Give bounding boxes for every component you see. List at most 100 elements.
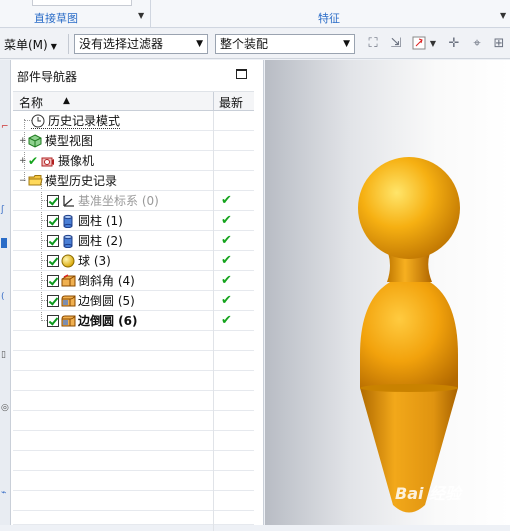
- tree-row-edge-blend-6[interactable]: 边倒圆 (6) ✔: [13, 311, 254, 331]
- chevron-down-icon[interactable]: ▼: [428, 35, 438, 53]
- tree-row-edge-blend-5[interactable]: 边倒圆 (5) ✔: [13, 291, 254, 311]
- roles-icon[interactable]: ◎: [1, 403, 9, 413]
- part-navigator: 部件导航器 名称 ▲ 最新 历史记录模式 + 模型视图 +✔ 摄像机 − 模型历…: [11, 60, 264, 531]
- column-divider: [213, 111, 214, 131]
- point-constructor-icon[interactable]: ⌖: [468, 35, 486, 53]
- lower-body-feature: [360, 282, 458, 388]
- tree-row-cylinder-2[interactable]: 圆柱 (2) ✔: [13, 231, 254, 251]
- tree-item-label: 圆柱 (1): [78, 214, 123, 228]
- menu-button[interactable]: 菜单(M) ▼: [4, 36, 57, 53]
- menu-label: 菜单(M): [4, 38, 48, 52]
- column-header-latest[interactable]: 最新: [219, 94, 243, 111]
- tree-item-label: 模型视图: [45, 134, 94, 148]
- up-to-date-check-icon: ✔: [221, 193, 232, 208]
- expand-icon[interactable]: +: [19, 153, 28, 169]
- visibility-checkbox[interactable]: [47, 195, 59, 207]
- empty-row: [13, 491, 254, 511]
- column-divider: [213, 171, 214, 191]
- ribbon-group-feature[interactable]: 特征: [318, 10, 340, 26]
- reuse-library-icon[interactable]: [1, 238, 7, 248]
- column-header-name[interactable]: 名称: [19, 94, 43, 111]
- navigator-header: 名称 ▲ 最新: [13, 91, 254, 111]
- column-divider: [213, 391, 214, 411]
- sphere-feature: [358, 157, 460, 259]
- model-render: [358, 157, 460, 513]
- cylinder-icon: [61, 214, 76, 229]
- assembly-scope-select[interactable]: 整个装配 ▼: [215, 34, 355, 54]
- grid-snap-icon[interactable]: ⊞: [490, 35, 508, 53]
- list-item: 基准坐标系 (0): [47, 193, 159, 209]
- chevron-down-icon: ▼: [50, 42, 57, 51]
- visibility-checkbox[interactable]: [47, 315, 59, 327]
- tree-row-sphere-3[interactable]: 球 (3) ✔: [13, 251, 254, 271]
- expand-icon[interactable]: +: [19, 133, 28, 149]
- tree-row-datum-csys[interactable]: 基准坐标系 (0) ✔: [13, 191, 254, 211]
- up-to-date-check-icon: ✔: [221, 273, 232, 288]
- datum-csys-icon: [61, 194, 76, 208]
- up-to-date-check-icon: ✔: [221, 293, 232, 308]
- tree-row-cylinder-1[interactable]: 圆柱 (1) ✔: [13, 211, 254, 231]
- tree-row-model-views[interactable]: + 模型视图: [13, 131, 254, 151]
- list-item: + 模型视图: [19, 133, 93, 149]
- toolbar-divider: [68, 34, 69, 54]
- list-item: 球 (3): [47, 253, 111, 269]
- column-divider[interactable]: [213, 92, 214, 111]
- tree-item-label: 边倒圆 (6): [78, 314, 138, 328]
- up-to-date-check-icon: ✔: [221, 213, 232, 228]
- chevron-down-icon: ▼: [343, 39, 350, 49]
- ribbon-input[interactable]: [32, 0, 132, 6]
- snap-point-icon[interactable]: [410, 35, 428, 53]
- visibility-checkbox[interactable]: [47, 235, 59, 247]
- system-scenes-icon[interactable]: ⌁: [1, 488, 9, 498]
- column-divider: [213, 151, 214, 171]
- visibility-checkbox[interactable]: [47, 215, 59, 227]
- chevron-down-icon: ▼: [196, 39, 203, 49]
- column-divider: [213, 211, 214, 231]
- history-icon[interactable]: ʃ: [1, 205, 9, 215]
- select-features-icon[interactable]: ⛶: [364, 35, 382, 53]
- collapse-icon[interactable]: −: [19, 173, 28, 189]
- column-divider: [213, 331, 214, 351]
- navigator-title: 部件导航器: [17, 70, 78, 84]
- ribbon: 直接草图 ▼ 特征 ▼: [0, 0, 510, 28]
- chevron-down-icon[interactable]: ▼: [138, 11, 144, 20]
- selection-arrow-icon[interactable]: ⇲: [387, 35, 405, 53]
- chevron-down-icon[interactable]: ▼: [500, 11, 506, 20]
- tree-item-label: 倒斜角 (4): [78, 274, 135, 288]
- tree-row-cameras[interactable]: +✔ 摄像机: [13, 151, 254, 171]
- palette-icon[interactable]: ▯: [1, 350, 9, 360]
- list-item: 历史记录模式: [31, 113, 121, 129]
- empty-row: [13, 451, 254, 471]
- tree-item-label: 摄像机: [58, 154, 95, 168]
- visibility-checkbox[interactable]: [47, 255, 59, 267]
- web-browser-icon[interactable]: (: [1, 292, 9, 302]
- type-filter-select[interactable]: 没有选择过滤器 ▼: [74, 34, 208, 54]
- list-item: 边倒圆 (6): [47, 313, 138, 329]
- ribbon-group-direct-sketch[interactable]: 直接草图: [34, 10, 78, 26]
- check-icon: ✔: [28, 154, 39, 168]
- column-divider: [213, 451, 214, 471]
- empty-row: [13, 411, 254, 431]
- graphics-window[interactable]: Bai 经验: [265, 60, 510, 525]
- column-divider: [213, 231, 214, 251]
- visibility-checkbox[interactable]: [47, 275, 59, 287]
- empty-row: [13, 331, 254, 351]
- crosshair-icon[interactable]: ✛: [445, 35, 463, 53]
- tree-row-chamfer-4[interactable]: 倒斜角 (4) ✔: [13, 271, 254, 291]
- list-item: 倒斜角 (4): [47, 273, 135, 289]
- folder-icon: [28, 174, 43, 188]
- maximize-icon[interactable]: [236, 69, 247, 79]
- visibility-checkbox[interactable]: [47, 295, 59, 307]
- up-to-date-check-icon: ✔: [221, 253, 232, 268]
- constraint-icon[interactable]: ⌐: [1, 122, 9, 132]
- sort-ascending-icon[interactable]: ▲: [63, 96, 70, 106]
- up-to-date-check-icon: ✔: [221, 313, 232, 328]
- tree-row-model-history[interactable]: − 模型历史记录: [13, 171, 254, 191]
- empty-row: [13, 471, 254, 491]
- column-divider: [213, 191, 214, 211]
- tree-item-label: 历史记录模式: [48, 114, 121, 128]
- selection-toolbar: 菜单(M) ▼ 没有选择过滤器 ▼ 整个装配 ▼ ⛶ ⇲ ▼ ✛ ⌖ ⊞: [0, 29, 510, 59]
- resource-bar: ⌐ ʃ ( ▯ ◎ ⌁: [0, 60, 11, 525]
- tree-row-history-mode[interactable]: 历史记录模式: [13, 111, 254, 131]
- column-divider: [213, 371, 214, 391]
